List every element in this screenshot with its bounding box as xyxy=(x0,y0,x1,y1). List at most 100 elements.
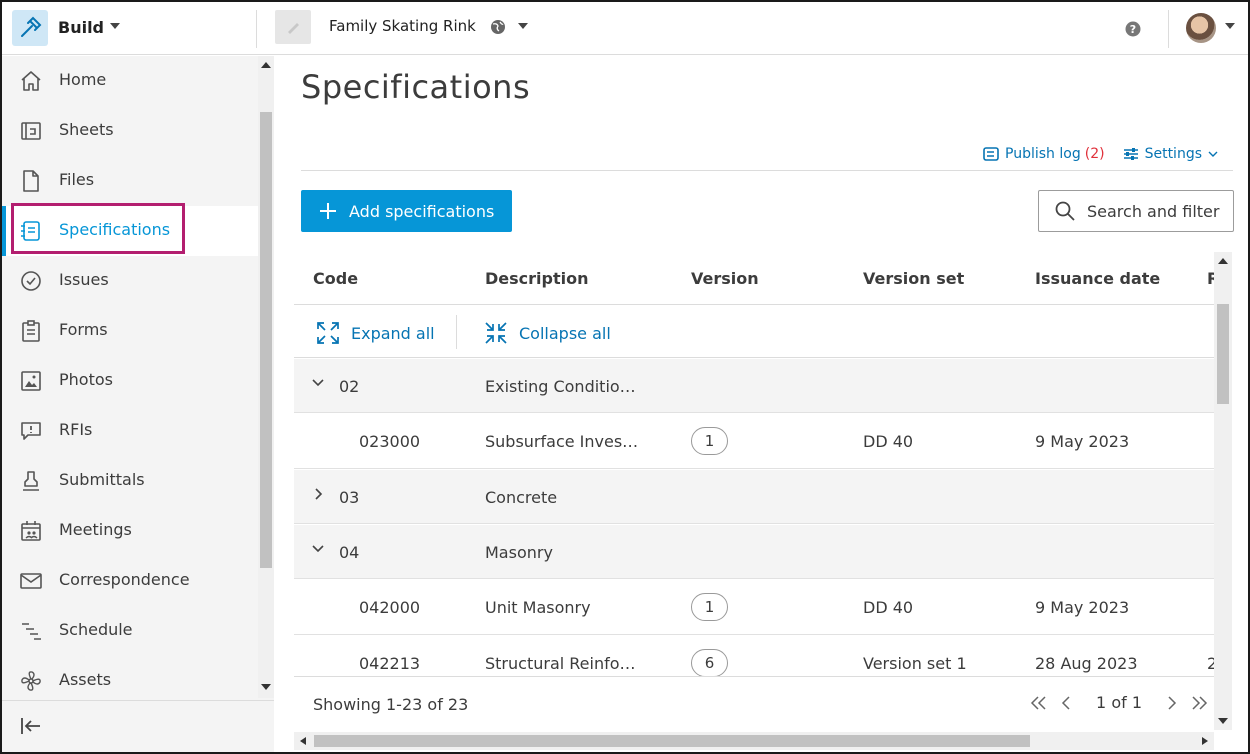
table-row[interactable]: 023000 Subsurface Inves… 1 DD 40 9 May 2… xyxy=(294,414,1214,469)
column-header-issuance-date[interactable]: Issuance date xyxy=(1035,269,1160,288)
scroll-down-arrow-icon[interactable] xyxy=(261,684,271,690)
chevron-down-icon[interactable] xyxy=(312,379,324,387)
cell-code: 023000 xyxy=(359,432,421,451)
stamp-icon xyxy=(23,471,39,491)
chevron-down-icon[interactable] xyxy=(110,23,120,29)
divider xyxy=(1168,10,1169,48)
sidebar-scrollbar-thumb[interactable] xyxy=(260,112,272,568)
chevron-down-icon[interactable] xyxy=(312,545,324,553)
first-page-icon[interactable] xyxy=(1030,695,1048,710)
page-actions: Publish log (2) Settings xyxy=(965,144,1218,164)
sidebar-item-label: Issues xyxy=(59,270,109,289)
expand-all-button[interactable]: Expand all xyxy=(317,322,435,344)
collapse-sidebar-icon[interactable] xyxy=(20,716,42,736)
home-icon xyxy=(21,71,41,91)
pagination: 1 of 1 xyxy=(1024,693,1214,712)
table-row-group[interactable]: 03 Concrete xyxy=(294,470,1214,524)
cell-code: 03 xyxy=(339,488,360,507)
project-thumbnail[interactable] xyxy=(275,10,311,44)
sidebar-item-assets[interactable]: Assets xyxy=(2,656,258,706)
next-page-icon[interactable] xyxy=(1164,695,1178,710)
collapse-all-label: Collapse all xyxy=(519,323,611,343)
table-row-group[interactable]: 02 Existing Conditio… xyxy=(294,359,1214,413)
cell-description: Subsurface Inves… xyxy=(485,432,639,451)
chevron-down-icon[interactable] xyxy=(518,23,528,29)
sidebar-item-rfis[interactable]: RFIs xyxy=(2,406,258,456)
svg-text:?: ? xyxy=(1130,23,1136,36)
schedule-icon xyxy=(22,623,41,640)
cell-description: Masonry xyxy=(485,543,553,562)
column-header-code[interactable]: Code xyxy=(313,269,358,288)
table-horizontal-scrollbar-thumb[interactable] xyxy=(314,735,1030,747)
chevron-down-icon xyxy=(1208,151,1218,157)
divider xyxy=(456,315,457,349)
collapse-all-button[interactable]: Collapse all xyxy=(485,322,611,344)
scroll-up-arrow-icon[interactable] xyxy=(261,62,271,68)
last-page-icon[interactable] xyxy=(1190,695,1208,710)
help-icon[interactable]: ? xyxy=(1125,21,1141,37)
sidebar-item-issues[interactable]: Issues xyxy=(2,256,258,306)
sidebar-item-label: Forms xyxy=(59,320,108,339)
sidebar-item-schedule[interactable]: Schedule xyxy=(2,606,258,656)
sidebar-item-meetings[interactable]: Meetings xyxy=(2,506,258,556)
expand-collapse-bar: Expand all Collapse all xyxy=(294,306,1214,358)
specifications-table: Code Description Version Version set Iss… xyxy=(294,252,1214,732)
add-specifications-label: Add specifications xyxy=(349,201,495,221)
top-bar: Build Family Skating Rink ? xyxy=(2,2,1248,55)
version-badge[interactable]: 1 xyxy=(691,593,728,621)
sidebar-item-photos[interactable]: Photos xyxy=(2,356,258,406)
scroll-left-arrow-icon[interactable] xyxy=(300,737,306,745)
sidebar-item-label: Assets xyxy=(59,670,112,689)
sidebar-item-sheets[interactable]: Sheets xyxy=(2,106,258,156)
cell-description: Unit Masonry xyxy=(485,598,591,617)
page-indicator: 1 of 1 xyxy=(1096,693,1142,712)
fan-icon xyxy=(21,671,41,691)
sidebar-item-files[interactable]: Files xyxy=(2,156,258,206)
collapse-icon xyxy=(485,322,507,344)
settings-label: Settings xyxy=(1144,146,1202,162)
sidebar-item-correspondence[interactable]: Correspondence xyxy=(2,556,258,606)
search-icon xyxy=(1055,201,1075,221)
column-header-truncated[interactable]: R xyxy=(1207,269,1214,288)
sidebar-item-submittals[interactable]: Submittals xyxy=(2,456,258,506)
plus-icon xyxy=(320,203,336,219)
previous-page-icon[interactable] xyxy=(1060,695,1074,710)
scroll-down-arrow-icon[interactable] xyxy=(1218,718,1228,724)
sidebar-item-label: Correspondence xyxy=(59,570,190,589)
chevron-right-icon[interactable] xyxy=(315,488,323,500)
cell-issuance-date: 28 Aug 2023 xyxy=(1035,654,1138,673)
add-specifications-button[interactable]: Add specifications xyxy=(301,190,512,232)
version-badge[interactable]: 6 xyxy=(691,649,728,677)
table-row-group[interactable]: 04 Masonry xyxy=(294,525,1214,579)
scroll-up-arrow-icon[interactable] xyxy=(1218,258,1228,264)
cell-code: 042213 xyxy=(359,654,421,673)
version-badge[interactable]: 1 xyxy=(691,427,728,455)
column-header-version[interactable]: Version xyxy=(691,269,759,288)
clipboard-icon xyxy=(22,320,40,342)
file-icon xyxy=(23,170,39,192)
table-vertical-scrollbar-thumb[interactable] xyxy=(1217,304,1229,404)
expand-icon xyxy=(317,322,339,344)
scroll-right-arrow-icon[interactable] xyxy=(1202,737,1208,745)
app-switcher-label[interactable]: Build xyxy=(58,18,104,37)
project-name[interactable]: Family Skating Rink xyxy=(329,17,476,35)
globe-icon xyxy=(491,20,505,34)
column-header-version-set[interactable]: Version set xyxy=(863,269,964,288)
publish-log-label: Publish log xyxy=(1005,146,1081,162)
avatar[interactable] xyxy=(1186,13,1216,43)
chevron-down-icon[interactable] xyxy=(1225,23,1235,29)
cell-description: Concrete xyxy=(485,488,558,507)
cell-version-set: DD 40 xyxy=(863,432,914,451)
expand-all-label: Expand all xyxy=(351,323,435,343)
table-row[interactable]: 042000 Unit Masonry 1 DD 40 9 May 2023 xyxy=(294,580,1214,635)
settings-dropdown[interactable]: Settings xyxy=(1123,146,1218,162)
sidebar-item-forms[interactable]: Forms xyxy=(2,306,258,356)
sidebar: Home Sheets Files Specifications Issues … xyxy=(2,56,274,752)
hammer-icon[interactable] xyxy=(12,10,48,46)
sidebar-item-label: Submittals xyxy=(59,470,145,489)
sidebar-item-label: Sheets xyxy=(59,120,114,139)
publish-log-link[interactable]: Publish log (2) xyxy=(983,146,1105,162)
sidebar-item-home[interactable]: Home xyxy=(2,56,258,106)
search-and-filter-button[interactable]: Search and filter xyxy=(1038,190,1234,232)
column-header-description[interactable]: Description xyxy=(485,269,588,288)
